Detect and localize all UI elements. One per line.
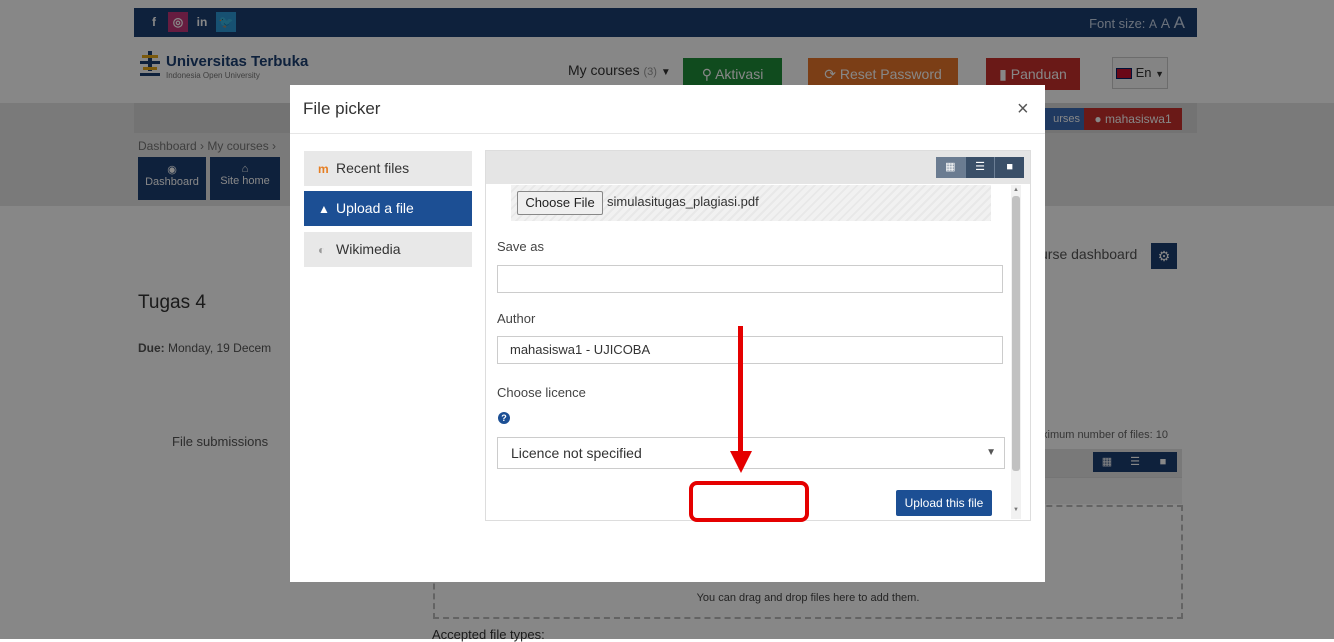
annotation-arrow-head — [730, 451, 752, 473]
wikimedia-icon: ◐ — [318, 243, 326, 257]
save-as-input[interactable] — [497, 265, 1003, 293]
repo-recent-files[interactable]: m Recent files — [304, 151, 472, 186]
chosen-file-name: simulasitugas_plagiasi.pdf — [607, 194, 759, 209]
save-as-label: Save as — [497, 239, 544, 254]
scroll-up-icon[interactable]: ▲ — [1011, 187, 1021, 193]
annotation-highlight-box — [689, 481, 809, 522]
repo-wikimedia[interactable]: ◐ Wikimedia — [304, 232, 472, 267]
upload-icon: ▲ — [318, 202, 330, 216]
file-input: Choose File simulasitugas_plagiasi.pdf — [511, 185, 991, 221]
close-icon[interactable]: × — [1017, 99, 1029, 119]
scrollbar-thumb[interactable] — [1012, 196, 1020, 471]
licence-label: Choose licence — [497, 385, 586, 400]
author-input[interactable]: mahasiswa1 - UJICOBA — [497, 336, 1003, 364]
dialog-title: File picker — [303, 99, 381, 118]
panel-toolbar: ▦ ☰ ■ — [486, 151, 1030, 184]
moodle-icon: m — [318, 162, 329, 176]
choose-file-button[interactable]: Choose File — [517, 191, 603, 215]
repo-upload-a-file[interactable]: ▲ Upload a file — [304, 191, 472, 226]
help-icon[interactable]: ? — [498, 412, 510, 424]
author-label: Author — [497, 311, 536, 326]
dialog-header: File picker × — [290, 85, 1045, 134]
list-view-icon[interactable]: ☰ — [966, 157, 996, 178]
view-toggle-group: ▦ ☰ ■ — [936, 157, 1024, 178]
scroll-down-icon[interactable]: ▼ — [1011, 507, 1021, 513]
chevron-down-icon: ▼ — [986, 447, 996, 458]
grid-view-icon[interactable]: ▦ — [936, 157, 966, 178]
file-picker-dialog: File picker × m Recent files ▲ Upload a fi… — [290, 85, 1045, 582]
folder-icon[interactable]: ■ — [995, 157, 1024, 178]
upload-this-file-button[interactable]: Upload this file — [896, 490, 992, 516]
annotation-arrow-line — [738, 326, 743, 451]
upload-panel: ▦ ☰ ■ Choose File simulasitugas_plagiasi… — [485, 150, 1031, 521]
